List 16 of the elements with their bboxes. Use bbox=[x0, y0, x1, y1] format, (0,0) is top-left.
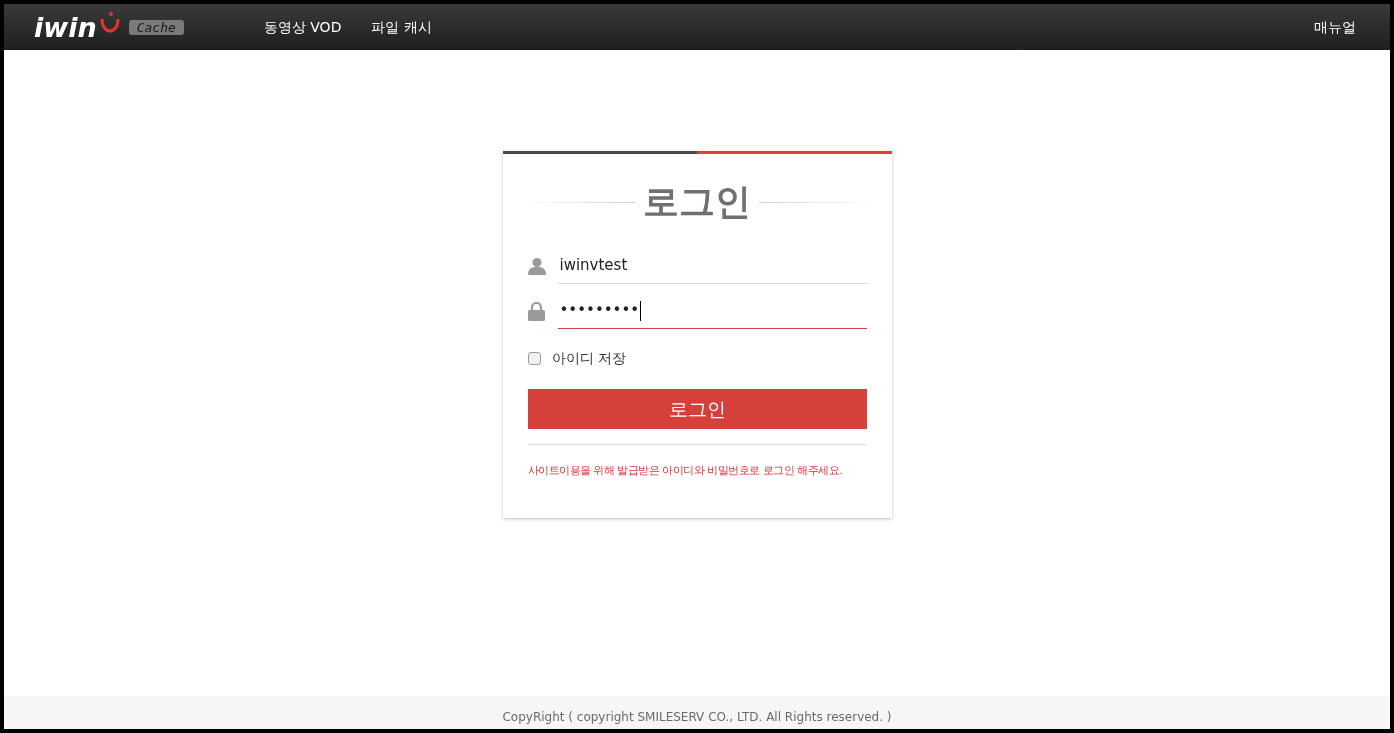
login-title: 로그인 bbox=[642, 184, 752, 220]
login-notice: 사이트이용을 위해 발급받은 아이디와 비밀번호로 로그인 해주세요. bbox=[527, 463, 843, 479]
smile-icon bbox=[98, 11, 121, 35]
copyright-text: CopyRight ( copyright SMILESERV CO., LTD. All Rights reserved. ) bbox=[502, 708, 892, 726]
login-button[interactable]: 로그인 bbox=[527, 389, 867, 429]
nav-link[interactable]: 파일 캐시 bbox=[371, 16, 432, 38]
nav-link[interactable]: 동영상 VOD bbox=[263, 16, 342, 38]
lock-icon bbox=[528, 301, 545, 321]
remember-checkbox[interactable] bbox=[527, 352, 541, 365]
user-icon bbox=[527, 257, 546, 275]
logo-text: iwin bbox=[34, 13, 97, 41]
password-field[interactable]: ••••••••• bbox=[557, 293, 867, 329]
username-field[interactable]: iwinvtest bbox=[557, 248, 867, 284]
manual-link[interactable]: 매뉴얼 bbox=[1314, 16, 1356, 38]
cache-badge: Cache bbox=[128, 19, 184, 35]
remember-label: 아이디 저장 bbox=[551, 349, 626, 368]
